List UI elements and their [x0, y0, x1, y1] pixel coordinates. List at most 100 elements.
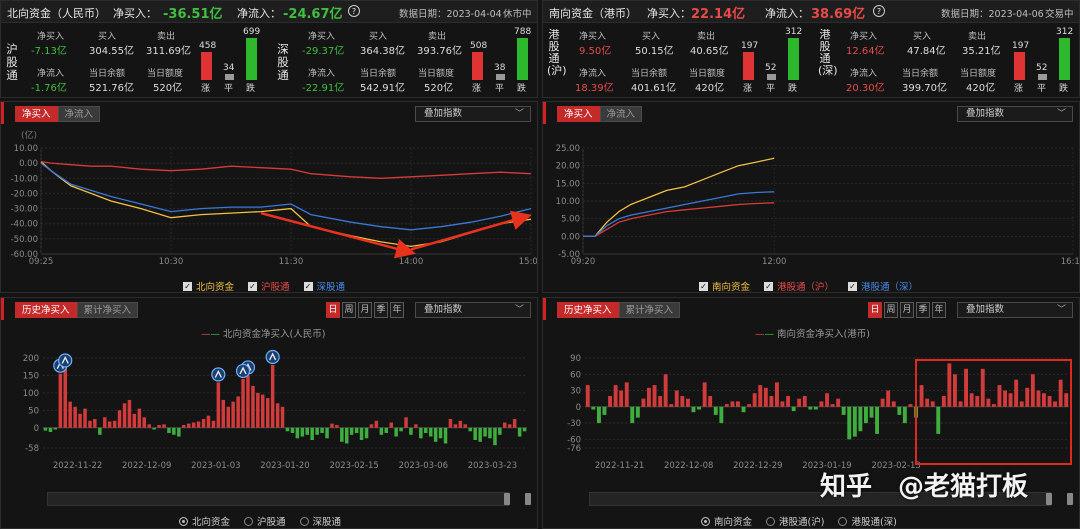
bar	[602, 406, 607, 415]
radio-icon	[299, 516, 309, 526]
south-intraday-overlay-select[interactable]: 叠加指数 ﹀	[957, 106, 1073, 122]
north-sz-flat-count: 38	[494, 63, 506, 73]
north-sh-net-flow-value: -1.76亿	[31, 83, 67, 94]
scroll-handle-icon[interactable]	[525, 493, 531, 505]
north-history-scrollbar[interactable]	[47, 492, 509, 506]
bar	[585, 385, 590, 407]
bar	[335, 425, 339, 428]
bar	[980, 368, 985, 407]
bar	[791, 406, 796, 412]
south-sz-down-bar	[1059, 38, 1070, 80]
period-year-button[interactable]: 年	[932, 302, 946, 318]
north-sh-net-buy-label: 净买入	[37, 32, 65, 42]
period-year-button[interactable]: 年	[390, 302, 404, 318]
north-sh-net-flow-label: 净流入	[37, 69, 65, 79]
watermark-left: 知乎	[820, 472, 873, 502]
north-sz-balance-value: 542.91亿	[360, 83, 405, 94]
bar	[769, 396, 774, 407]
bar	[359, 427, 364, 440]
south-history-tab-cumulative[interactable]: 累计净买入	[618, 302, 681, 318]
south-help-icon[interactable]: ?	[873, 5, 885, 17]
north-history-panel: 历史净买入 累计净买入 日 周 月 季 年 叠加指数 ﹀ —— 北向资金净买入(…	[0, 297, 538, 529]
y-tick-label: 20.00	[556, 162, 580, 172]
bar	[305, 427, 309, 435]
inflow-marker-icon	[265, 349, 280, 365]
south-sh-net-flow-value: 18.39亿	[575, 83, 614, 94]
north-net-buy-value: -36.51亿	[163, 7, 223, 22]
bar	[157, 425, 161, 428]
north-history-tab-cumulative[interactable]: 累计净买入	[76, 302, 139, 318]
south-history-radio-sh[interactable]: 港股通(沪)	[766, 514, 824, 528]
bar	[384, 427, 388, 433]
south-intraday-legend-sz[interactable]: ✓ 港股通（深）	[848, 279, 918, 293]
south-intraday-legend-south[interactable]: ✓ 南向资金	[699, 279, 750, 293]
scroll-handle-icon[interactable]	[504, 493, 510, 505]
period-day-button[interactable]: 日	[868, 302, 882, 318]
bar	[349, 427, 354, 435]
period-day-button[interactable]: 日	[326, 302, 340, 318]
south-sz-up-count: 197	[1012, 41, 1030, 51]
period-quarter-button[interactable]: 季	[916, 302, 930, 318]
south-intraday-tab-net-flow[interactable]: 净流入	[599, 106, 643, 122]
period-week-button[interactable]: 周	[884, 302, 898, 318]
bar	[975, 396, 980, 407]
north-history-radio-north[interactable]: 北向资金	[179, 514, 230, 528]
north-intraday-legend-north[interactable]: ✓ 北向资金	[183, 279, 234, 293]
south-history-tab-net-buy[interactable]: 历史净买入	[557, 302, 619, 318]
south-history-radio-sz[interactable]: 港股通(深)	[838, 514, 897, 528]
bar	[261, 394, 265, 428]
south-history-radio-south[interactable]: 南向资金	[701, 514, 752, 528]
y-tick-label: 10.00	[556, 197, 580, 207]
north-sh-vertical-label: 沪股通	[6, 42, 18, 82]
north-history-radio-sh[interactable]: 沪股通	[244, 514, 286, 528]
y-tick-label: 150	[23, 371, 39, 381]
bar	[231, 401, 235, 428]
north-sh-flat-label: 平	[224, 84, 234, 94]
north-history-chart: 200 150 100 50 0 -58 2022-11-22 2022-12-09 2023-…	[23, 349, 527, 471]
south-market-status: 交易中	[1045, 9, 1074, 20]
north-intraday-overlay-select[interactable]: 叠加指数 ﹀	[415, 106, 531, 122]
period-month-button[interactable]: 月	[900, 302, 914, 318]
south-intraday-tab-net-buy[interactable]: 净买入	[557, 106, 600, 122]
y-tick-label: -20.00	[11, 189, 38, 199]
north-intraday-legend-sz[interactable]: ✓ 深股通	[303, 279, 345, 293]
north-history-radio-sz[interactable]: 深股通	[299, 514, 341, 528]
north-sz-flat-label: 平	[495, 84, 505, 94]
north-help-icon[interactable]: ?	[348, 5, 360, 17]
north-intraday-tab-net-buy[interactable]: 净买入	[15, 106, 58, 122]
y-tick-label: 5.00	[561, 215, 580, 225]
bar	[630, 406, 635, 424]
x-tick-label: 2023-03-06	[399, 461, 448, 471]
south-intraday-legend-sh[interactable]: ✓ 港股通（沪）	[764, 279, 834, 293]
checkbox-icon: ✓	[183, 281, 192, 291]
period-week-button[interactable]: 周	[342, 302, 356, 318]
period-month-button[interactable]: 月	[358, 302, 372, 318]
south-sh-balance-value: 401.61亿	[631, 83, 676, 94]
bar	[211, 420, 216, 428]
bar	[191, 422, 196, 428]
bar	[919, 385, 924, 407]
bar	[483, 427, 487, 437]
scroll-handle-icon[interactable]	[1046, 493, 1052, 505]
radio-icon	[838, 516, 848, 526]
bar	[399, 427, 403, 432]
north-sz-net-buy-label: 净买入	[308, 32, 336, 42]
bar	[802, 396, 807, 407]
south-sz-down-label: 跌	[1059, 84, 1069, 94]
scroll-handle-icon[interactable]	[1067, 493, 1073, 505]
north-history-overlay-select[interactable]: 叠加指数 ﹀	[415, 302, 531, 318]
north-sz-net-buy-value: -29.37亿	[302, 46, 345, 57]
bar	[83, 408, 87, 428]
bar	[379, 427, 384, 435]
north-intraday-legend-sh[interactable]: ✓ 沪股通	[248, 279, 290, 293]
south-history-overlay-select[interactable]: 叠加指数 ﹀	[957, 302, 1073, 318]
south-sh-flat-count: 52	[765, 63, 777, 73]
inflow-marker-icon	[58, 353, 73, 368]
south-net-flow-value: 38.69亿	[811, 7, 866, 22]
north-history-tab-net-buy[interactable]: 历史净买入	[15, 302, 77, 318]
bar	[103, 417, 107, 428]
north-intraday-tab-net-flow[interactable]: 净流入	[57, 106, 101, 122]
south-sh-quota-value: 420亿	[695, 83, 725, 94]
north-sz-balance-label: 当日余额	[360, 69, 397, 79]
period-quarter-button[interactable]: 季	[374, 302, 388, 318]
